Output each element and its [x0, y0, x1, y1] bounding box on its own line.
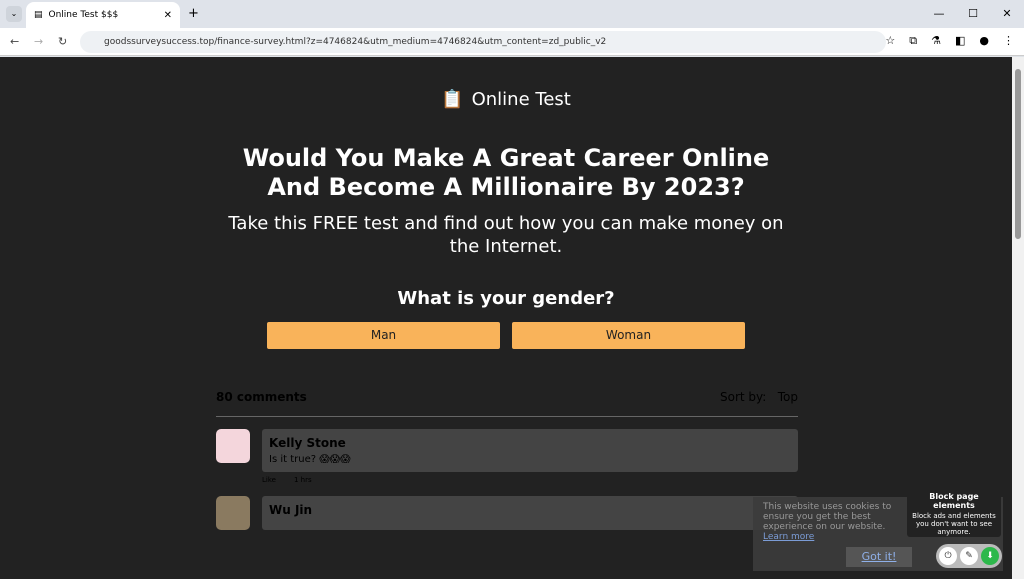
- extensions-icon[interactable]: ⧉: [909, 34, 917, 48]
- tooltip-body: Block ads and elements you don't want to…: [912, 512, 996, 536]
- question: What is your gender?: [397, 288, 615, 309]
- comment-count: 80 comments: [216, 390, 307, 404]
- menu-icon[interactable]: ⋮: [1003, 34, 1014, 48]
- tab-bar: ⌄ ▤ Online Test $$$ ✕ + — ☐ ✕: [0, 0, 1024, 28]
- comment-author: Kelly Stone: [269, 436, 346, 450]
- comment: Wu Jin: [216, 496, 798, 530]
- comment-time: 1 hrs: [293, 476, 312, 484]
- sort-value[interactable]: Top: [778, 390, 798, 404]
- man-button[interactable]: Man: [267, 322, 500, 349]
- bookmark-star-icon[interactable]: ☆: [885, 34, 895, 48]
- minimize-button[interactable]: —: [922, 0, 956, 28]
- like-link[interactable]: Like: [262, 476, 276, 484]
- forward-icon[interactable]: →: [34, 35, 43, 48]
- toolbar: ← → ↻ goodssurveysuccess.top/finance-sur…: [0, 28, 1024, 56]
- learn-more-link[interactable]: Learn more: [763, 532, 814, 542]
- adblock-widget: ⏻ ✎ ⬇: [936, 544, 1002, 568]
- labs-icon[interactable]: ⚗: [931, 34, 941, 48]
- logo: 📋 Online Test: [0, 89, 1012, 110]
- profile-avatar[interactable]: ●: [979, 34, 989, 48]
- comment-text: Is it true? 😱😱😱: [269, 454, 351, 465]
- comment-author: Wu Jin: [269, 503, 313, 517]
- reload-icon[interactable]: ↻: [58, 35, 67, 48]
- power-icon[interactable]: ⏻: [939, 547, 957, 565]
- sort-control[interactable]: Sort by: Top: [720, 390, 798, 404]
- avatar: [216, 429, 250, 463]
- comment: Kelly Stone Is it true? 😱😱😱: [216, 429, 798, 472]
- tab-search-button[interactable]: ⌄: [6, 6, 22, 22]
- back-icon[interactable]: ←: [10, 35, 19, 48]
- clipboard-icon: 📋: [441, 89, 464, 110]
- block-element-icon[interactable]: ⬇: [981, 547, 999, 565]
- maximize-button[interactable]: ☐: [956, 0, 990, 28]
- logo-text: Online Test: [471, 89, 571, 110]
- headline: Would You Make A Great Career Online And…: [242, 144, 770, 201]
- sidepanel-icon[interactable]: ◧: [955, 34, 965, 48]
- tab-active[interactable]: ▤ Online Test $$$ ✕: [26, 2, 180, 28]
- tooltip: Block page elements Block ads and element…: [907, 489, 1001, 537]
- comments-section: 80 comments Sort by: Top Kelly Stone Is it…: [216, 390, 798, 530]
- tooltip-title: Block page elements: [929, 492, 979, 510]
- scrollbar[interactable]: [1012, 57, 1024, 579]
- subheadline: Take this FREE test and find out how you…: [228, 213, 784, 257]
- got-it-button[interactable]: Got it!: [846, 547, 912, 567]
- page-icon: ▤: [34, 10, 43, 20]
- close-window-button[interactable]: ✕: [990, 0, 1024, 28]
- address-bar[interactable]: goodssurveysuccess.top/finance-survey.ht…: [80, 31, 886, 53]
- cookie-text: This website uses cookies to ensure you …: [763, 502, 892, 532]
- tab-title: Online Test $$$: [48, 10, 119, 20]
- url-text: goodssurveysuccess.top/finance-survey.ht…: [104, 37, 607, 47]
- new-tab-button[interactable]: +: [188, 6, 199, 21]
- sort-label: Sort by:: [719, 390, 767, 404]
- pencil-icon[interactable]: ✎: [960, 547, 978, 565]
- woman-button[interactable]: Woman: [512, 322, 745, 349]
- avatar: [216, 496, 250, 530]
- close-tab-icon[interactable]: ✕: [164, 10, 172, 21]
